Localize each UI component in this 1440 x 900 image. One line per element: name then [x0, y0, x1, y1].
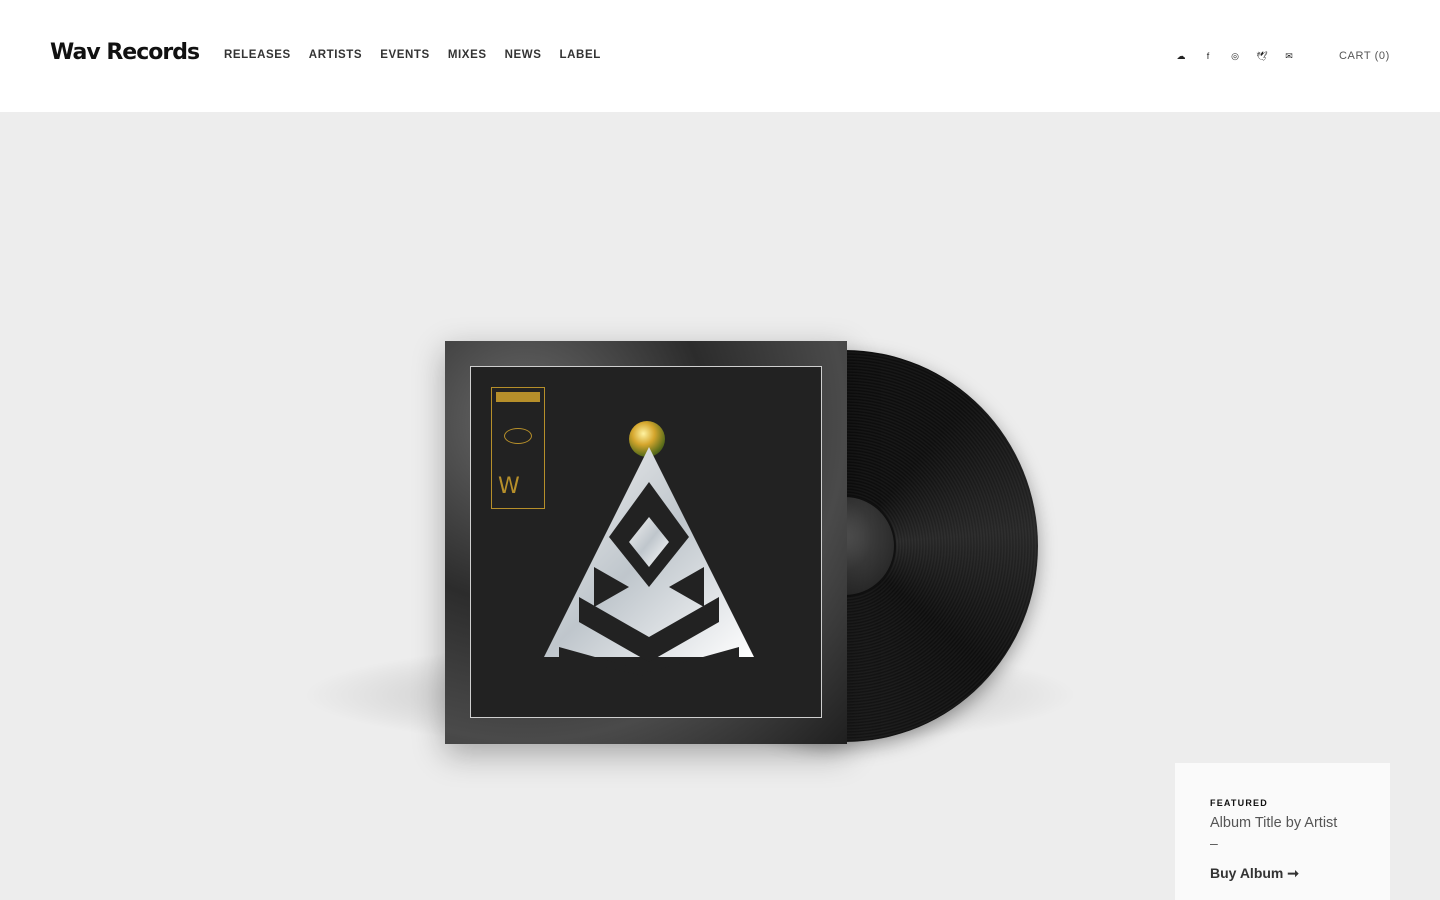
nav-item-artists[interactable]: ARTISTS	[309, 49, 362, 61]
pyramid-artwork	[544, 447, 754, 677]
nav-item-label[interactable]: LABEL	[560, 49, 601, 61]
buy-album-button[interactable]: Buy Album ➞	[1210, 865, 1299, 882]
instagram-icon[interactable]: ◎	[1226, 47, 1244, 65]
featured-eyebrow: FEATURED	[1210, 798, 1268, 808]
nav-item-events[interactable]: EVENTS	[380, 49, 430, 61]
featured-title: Album Title by Artist	[1210, 815, 1338, 831]
w-logo-icon: W	[498, 474, 520, 499]
social-links: ☁ f ◎ 🕊 ✉	[1172, 47, 1298, 65]
cart-link[interactable]: CART (0)	[1339, 50, 1390, 62]
badge-bar	[496, 392, 540, 402]
brand-logo[interactable]: Wav Records	[50, 40, 200, 65]
facebook-icon[interactable]: f	[1199, 47, 1217, 65]
soundcloud-icon[interactable]: ☁	[1172, 47, 1190, 65]
stereo-badge-graphic: W	[491, 387, 545, 509]
featured-dash: –	[1210, 835, 1218, 851]
twitter-icon[interactable]: 🕊	[1253, 47, 1271, 65]
site-header: Wav Records RELEASES ARTISTS EVENTS MIXE…	[0, 0, 1440, 112]
nav-item-releases[interactable]: RELEASES	[224, 49, 291, 61]
nav-item-news[interactable]: NEWS	[505, 49, 542, 61]
nav-item-mixes[interactable]: MIXES	[448, 49, 487, 61]
email-icon[interactable]: ✉	[1280, 47, 1298, 65]
featured-card: FEATURED Album Title by Artist – Buy Alb…	[1175, 763, 1390, 900]
main-nav: RELEASES ARTISTS EVENTS MIXES NEWS LABEL	[224, 49, 601, 61]
album-artwork: W	[470, 366, 822, 718]
eye-icon	[504, 428, 532, 444]
album-sleeve-image: W	[445, 341, 847, 744]
